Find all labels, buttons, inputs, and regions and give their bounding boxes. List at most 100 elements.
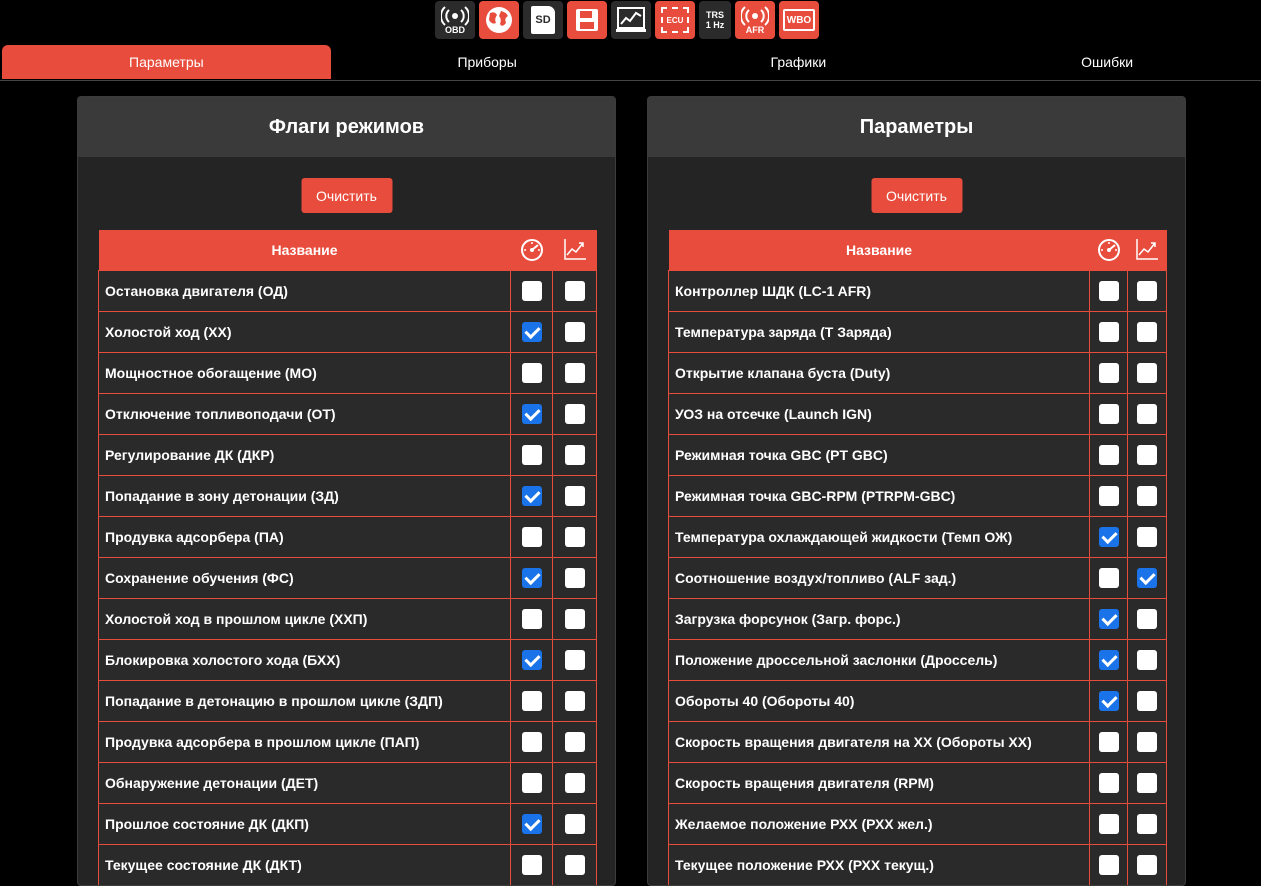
gauge-checkbox[interactable] bbox=[521, 650, 542, 670]
row-name: Попадание в детонацию в прошлом цикле (З… bbox=[98, 680, 511, 722]
gauge-checkbox[interactable] bbox=[521, 609, 542, 629]
gauge-checkbox[interactable] bbox=[521, 527, 542, 547]
chart-checkbox[interactable] bbox=[564, 322, 585, 342]
gauge-checkbox[interactable] bbox=[1098, 322, 1119, 342]
table-row: Текущее положение РХХ (РХХ текущ.) bbox=[668, 844, 1167, 885]
table-row: Отключение топливоподачи (ОТ) bbox=[98, 393, 597, 435]
chart-checkbox[interactable] bbox=[1137, 855, 1157, 875]
gauge-checkbox[interactable] bbox=[1098, 568, 1119, 588]
chart-cell bbox=[1127, 434, 1167, 476]
chart-cell bbox=[552, 557, 597, 599]
chart-checkbox[interactable] bbox=[564, 568, 585, 588]
chart-cell bbox=[1127, 721, 1167, 763]
gauge-checkbox[interactable] bbox=[1098, 814, 1119, 834]
chart-checkbox[interactable] bbox=[564, 691, 585, 711]
chart-checkbox[interactable] bbox=[564, 404, 585, 424]
gauge-checkbox[interactable] bbox=[521, 404, 542, 424]
chart-checkbox[interactable] bbox=[1137, 773, 1157, 793]
gauge-checkbox[interactable] bbox=[1098, 855, 1119, 875]
gauge-checkbox[interactable] bbox=[1098, 650, 1119, 670]
gauge-checkbox[interactable] bbox=[521, 814, 542, 834]
gauge-checkbox[interactable] bbox=[521, 322, 542, 342]
row-name: Режимная точка GBC-RPM (PTRPM-GBC) bbox=[668, 475, 1090, 517]
sd-card-icon[interactable]: SD bbox=[523, 1, 563, 39]
chart-cell bbox=[1127, 393, 1167, 435]
gauge-checkbox[interactable] bbox=[521, 732, 542, 752]
table-row: Обнаружение детонации (ДЕТ) bbox=[98, 762, 597, 804]
gauge-checkbox[interactable] bbox=[1098, 691, 1119, 711]
gauge-cell bbox=[1089, 516, 1128, 558]
gauge-column-header bbox=[1089, 230, 1128, 271]
gauge-checkbox[interactable] bbox=[1098, 732, 1119, 752]
column-name-header: Название bbox=[98, 230, 511, 271]
gauge-checkbox[interactable] bbox=[1098, 773, 1119, 793]
table-row: Попадание в детонацию в прошлом цикле (З… bbox=[98, 680, 597, 722]
gauge-checkbox[interactable] bbox=[521, 855, 542, 875]
gauge-checkbox[interactable] bbox=[521, 568, 542, 588]
chart-checkbox[interactable] bbox=[564, 609, 585, 629]
afr-icon[interactable]: AFR bbox=[735, 1, 775, 39]
chart-checkbox[interactable] bbox=[1137, 445, 1157, 465]
chart-checkbox[interactable] bbox=[1137, 568, 1157, 588]
gauge-checkbox[interactable] bbox=[521, 486, 542, 506]
chart-checkbox[interactable] bbox=[1137, 814, 1157, 834]
wbo-icon[interactable]: WBO bbox=[779, 1, 819, 39]
chart-checkbox[interactable] bbox=[1137, 404, 1157, 424]
gauge-checkbox[interactable] bbox=[1098, 404, 1119, 424]
table-row: Обороты 40 (Обороты 40) bbox=[668, 680, 1167, 722]
monitor-graph-icon bbox=[616, 7, 646, 32]
chart-icon bbox=[563, 238, 586, 260]
chart-checkbox[interactable] bbox=[1137, 363, 1157, 383]
globe-icon[interactable] bbox=[479, 1, 519, 39]
chart-checkbox[interactable] bbox=[564, 814, 585, 834]
save-icon[interactable] bbox=[567, 1, 607, 39]
chart-checkbox[interactable] bbox=[1137, 650, 1157, 670]
gauge-checkbox[interactable] bbox=[1098, 281, 1119, 301]
chart-monitor-icon[interactable] bbox=[611, 1, 651, 39]
gauge-checkbox[interactable] bbox=[1098, 609, 1119, 629]
toolbar: OBD SD ECU TRS 1 Hz AFR WBO bbox=[435, 1, 819, 39]
chart-checkbox[interactable] bbox=[1137, 527, 1157, 547]
chart-checkbox[interactable] bbox=[1137, 691, 1157, 711]
tab-errors[interactable]: Ошибки bbox=[953, 45, 1261, 79]
chart-checkbox[interactable] bbox=[1137, 609, 1157, 629]
gauge-checkbox[interactable] bbox=[1098, 527, 1119, 547]
gauge-checkbox[interactable] bbox=[1098, 486, 1119, 506]
flags-table-body: Остановка двигателя (ОД) Холостой ход (ХХ… bbox=[98, 270, 597, 885]
gauge-checkbox[interactable] bbox=[1098, 445, 1119, 465]
row-name: Температура охлаждающей жидкости (Темп О… bbox=[668, 516, 1090, 558]
gauge-checkbox[interactable] bbox=[521, 773, 542, 793]
chart-checkbox[interactable] bbox=[564, 486, 585, 506]
chart-checkbox[interactable] bbox=[564, 773, 585, 793]
chart-checkbox[interactable] bbox=[564, 732, 585, 752]
chart-checkbox[interactable] bbox=[1137, 322, 1157, 342]
row-name: Холостой ход в прошлом цикле (ХХП) bbox=[98, 598, 511, 640]
chart-checkbox[interactable] bbox=[564, 527, 585, 547]
tab-gauges[interactable]: Приборы bbox=[331, 45, 644, 79]
chart-checkbox[interactable] bbox=[564, 855, 585, 875]
row-name: Мощностное обогащение (МО) bbox=[98, 352, 511, 394]
chart-checkbox[interactable] bbox=[1137, 281, 1157, 301]
gauge-checkbox[interactable] bbox=[521, 281, 542, 301]
gauge-cell bbox=[510, 762, 553, 804]
tab-graphs[interactable]: Графики bbox=[643, 45, 953, 79]
ecu-icon[interactable]: ECU bbox=[655, 1, 695, 39]
chart-checkbox[interactable] bbox=[1137, 486, 1157, 506]
gauge-checkbox[interactable] bbox=[1098, 363, 1119, 383]
gauge-checkbox[interactable] bbox=[521, 691, 542, 711]
afr-signal-icon bbox=[741, 5, 769, 26]
gauge-checkbox[interactable] bbox=[521, 363, 542, 383]
obd-icon[interactable]: OBD bbox=[435, 1, 475, 39]
row-name: Блокировка холостого хода (БХХ) bbox=[98, 639, 511, 681]
chart-checkbox[interactable] bbox=[564, 363, 585, 383]
chart-cell bbox=[1127, 844, 1167, 885]
gauge-checkbox[interactable] bbox=[521, 445, 542, 465]
chart-checkbox[interactable] bbox=[1137, 732, 1157, 752]
chart-checkbox[interactable] bbox=[564, 445, 585, 465]
clear-button[interactable]: Очистить bbox=[871, 178, 962, 213]
chart-checkbox[interactable] bbox=[564, 281, 585, 301]
tab-parameters[interactable]: Параметры bbox=[2, 45, 331, 79]
clear-button[interactable]: Очистить bbox=[301, 178, 392, 213]
chart-checkbox[interactable] bbox=[564, 650, 585, 670]
trs-icon[interactable]: TRS 1 Hz bbox=[699, 1, 731, 39]
